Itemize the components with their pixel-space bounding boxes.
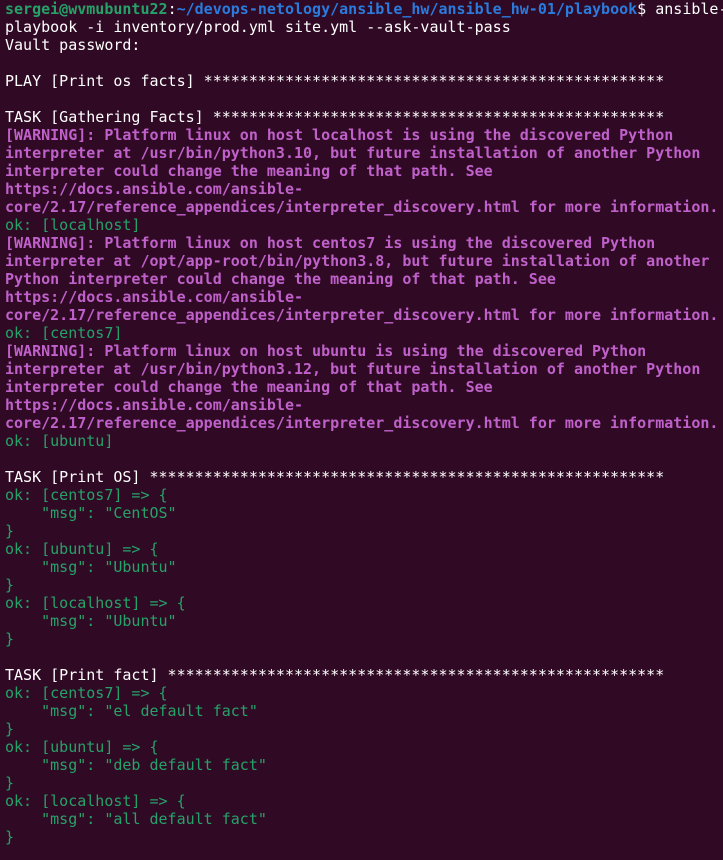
- warning-line: interpreter could change the meaning of …: [5, 162, 493, 180]
- warning-line: interpreter at /usr/bin/python3.12, but …: [5, 360, 701, 378]
- prompt-separator: :: [167, 0, 177, 18]
- brace-line: }: [5, 720, 15, 738]
- prompt-symbol: $: [637, 0, 656, 18]
- vault-password-prompt[interactable]: Vault password:: [5, 36, 723, 54]
- ok-line: ok: [ubuntu] => {: [5, 738, 159, 756]
- brace-line: }: [5, 576, 15, 594]
- warning-line: [WARNING]: Platform linux on host ubuntu…: [5, 342, 647, 360]
- brace-line: }: [5, 774, 15, 792]
- prompt-cwd: ~/devops-netology/ansible_hw/ansible_hw-…: [176, 0, 638, 18]
- ok-line: ok: [centos7] => {: [5, 684, 168, 702]
- brace-line: }: [5, 828, 15, 846]
- warning-line: [WARNING]: Platform linux on host centos…: [5, 234, 656, 252]
- warning-line: Python interpreter could change the mean…: [5, 270, 556, 288]
- warning-line: [WARNING]: Platform linux on host localh…: [5, 126, 674, 144]
- msg-line: "msg": "el default fact": [5, 702, 258, 720]
- msg-line: "msg": "CentOS": [5, 504, 177, 522]
- warning-link: core/2.17/reference_appendices/interpret…: [5, 306, 719, 324]
- task-header-print-fact: TASK [Print fact] **********************…: [5, 666, 665, 684]
- command-text-continued: playbook -i inventory/prod.yml site.yml …: [5, 18, 511, 36]
- ok-line: ok: [ubuntu]: [5, 432, 114, 450]
- task-header-gathering-facts: TASK [Gathering Facts] *****************…: [5, 108, 665, 126]
- msg-line: "msg": "Ubuntu": [5, 558, 177, 576]
- warning-link: core/2.17/reference_appendices/interpret…: [5, 198, 719, 216]
- warning-link: https://docs.ansible.com/ansible-: [5, 396, 304, 414]
- ok-line: ok: [localhost]: [5, 216, 141, 234]
- ok-line: ok: [localhost] => {: [5, 792, 186, 810]
- warning-line: interpreter could change the meaning of …: [5, 378, 493, 396]
- ok-line: ok: [centos7]: [5, 324, 123, 342]
- ok-line: ok: [ubuntu] => {: [5, 540, 159, 558]
- brace-line: }: [5, 522, 15, 540]
- warning-link: https://docs.ansible.com/ansible-: [5, 180, 304, 198]
- play-header: PLAY [Print os facts] ******************…: [5, 72, 665, 90]
- ok-line: ok: [localhost] => {: [5, 594, 186, 612]
- task-header-print-os: TASK [Print OS] ************************…: [5, 468, 665, 486]
- prompt-line: sergei@wvmubuntu22:~/devops-netology/ans…: [5, 0, 723, 18]
- brace-line: }: [5, 630, 15, 648]
- msg-line: "msg": "Ubuntu": [5, 612, 177, 630]
- msg-line: "msg": "deb default fact": [5, 756, 267, 774]
- terminal-window[interactable]: sergei@wvmubuntu22:~/devops-netology/ans…: [0, 0, 723, 860]
- warning-link: https://docs.ansible.com/ansible-: [5, 288, 304, 306]
- command-text: ansible-: [655, 0, 723, 18]
- prompt-user-host: sergei@wvmubuntu22: [5, 0, 168, 18]
- warning-link: core/2.17/reference_appendices/interpret…: [5, 414, 719, 432]
- ok-line: ok: [centos7] => {: [5, 486, 168, 504]
- warning-line: interpreter at /opt/app-root/bin/python3…: [5, 252, 710, 270]
- warning-line: interpreter at /usr/bin/python3.10, but …: [5, 144, 701, 162]
- msg-line: "msg": "all default fact": [5, 810, 267, 828]
